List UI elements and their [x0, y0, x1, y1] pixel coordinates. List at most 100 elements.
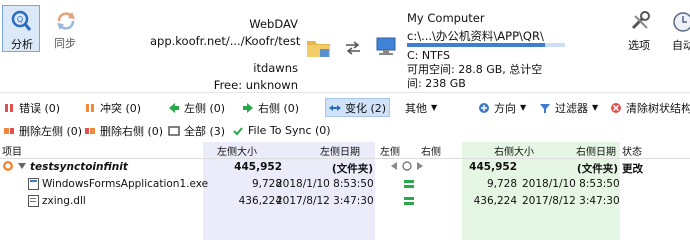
col-left-date[interactable]: 左侧日期	[320, 143, 360, 158]
filter-left[interactable]: 左侧 (0)	[168, 99, 225, 116]
direction-dropdown[interactable]: 方向 ▼	[478, 99, 526, 116]
table-row[interactable]: testsynctoinfinit 445,952 (文件夹) 445,952 …	[0, 159, 690, 176]
row-name: zxing.dll	[42, 195, 86, 207]
options-button[interactable]: 选项	[624, 8, 658, 54]
row-right-date: (文件夹)	[576, 163, 618, 175]
toolbar: Q 分析 同步 WebDAV app.koofr.net/.../Koofr/t…	[0, 0, 690, 92]
filter-delete-left[interactable]: 删除左侧 (0)	[3, 122, 82, 139]
filter-all[interactable]: 全部 (3)	[168, 122, 225, 139]
row-left-date: 2018/1/10 8:53:50	[276, 178, 374, 190]
filter-row-2: 删除左侧 (0) 删除右侧 (0) 全部 (3) File To Sync (0…	[0, 119, 690, 141]
folder-icon[interactable]	[306, 37, 332, 59]
row-left-size: 9,728	[251, 178, 282, 190]
disk-usage-fill	[407, 43, 545, 47]
delete-right-icon	[85, 127, 95, 134]
sync-icon	[57, 12, 75, 30]
right-location-free: 可用空间: 28.8 GB, 总计空	[407, 63, 543, 76]
options-icon	[631, 11, 650, 30]
clear-tree-label: 清除树状结构	[626, 101, 690, 115]
analyze-button[interactable]: Q 分析	[2, 5, 40, 52]
filter-right-label: 右侧 (0)	[258, 101, 300, 115]
swap-icon[interactable]	[344, 41, 362, 55]
sync-button[interactable]: 同步	[46, 5, 84, 52]
filter-other-label: 其他	[405, 101, 427, 115]
row-left-size: 445,952	[234, 161, 282, 173]
filter-dropdown[interactable]: 过滤器 ▼	[539, 99, 598, 116]
right-location-total: 间: 238 GB	[407, 77, 466, 90]
filter-icon	[540, 103, 550, 113]
chevron-down-icon: ▼	[520, 103, 527, 112]
merge-icons[interactable]	[390, 160, 424, 175]
filter-file-to-sync[interactable]: File To Sync (0)	[232, 122, 331, 139]
exe-file-icon	[28, 178, 39, 193]
table-row[interactable]: WindowsFormsApplication1.exe 9,728 2018/…	[0, 176, 690, 193]
row-right-size: 9,728	[486, 178, 517, 190]
col-left-size[interactable]: 左侧大小	[217, 143, 257, 158]
row-right-date: 2017/8/12 3:47:30	[522, 195, 620, 207]
row-right-date: 2018/1/10 8:53:50	[522, 178, 620, 190]
right-location-fs: C: NTFS	[407, 49, 450, 62]
all-icon	[168, 125, 180, 136]
delete-left-icon	[4, 127, 14, 134]
filter-conflicts-label: 冲突 (0)	[100, 101, 142, 115]
chevron-down-icon: ▼	[431, 103, 438, 112]
svg-text:Q: Q	[17, 15, 23, 24]
toolbar-divider	[0, 92, 690, 93]
right-arrow-icon	[243, 102, 253, 113]
filter-conflicts[interactable]: 冲突 (0)	[84, 99, 141, 116]
right-location-disk: C: NTFS 可用空间: 28.8 GB, 总计空 间: 238 GB	[407, 49, 542, 91]
row-name: WindowsFormsApplication1.exe	[42, 178, 209, 190]
row-status: 更改	[622, 163, 643, 175]
filter-file-to-sync-label: File To Sync (0)	[248, 124, 331, 137]
filter-right[interactable]: 右侧 (0)	[242, 99, 299, 116]
clear-tree-icon	[611, 102, 621, 113]
folder-arrow-icon	[16, 159, 28, 176]
left-location-url: app.koofr.net/.../Koofr/test	[150, 34, 301, 48]
right-band-empty	[462, 210, 620, 240]
direction-label: 方向	[494, 101, 516, 115]
left-band-empty	[203, 210, 375, 240]
col-item[interactable]: 项目	[2, 143, 22, 158]
auto-button[interactable]: 自动	[668, 8, 690, 54]
direction-icon	[479, 102, 489, 113]
filter-all-label: 全部 (3)	[184, 124, 226, 138]
left-location-type: WebDAV	[249, 17, 298, 31]
row-right-size: 445,952	[469, 161, 517, 173]
row-name: testsynctoinfinit	[30, 161, 128, 173]
equal-icon	[404, 195, 414, 210]
changed-icon	[329, 104, 341, 111]
row-left-size: 436,224	[238, 195, 282, 207]
row-left-date: 2017/8/12 3:47:30	[276, 195, 374, 207]
column-header: 项目 左侧大小 左侧日期 左侧 右侧 右侧大小 右侧日期 状态	[0, 142, 690, 159]
filter-dropdown-label: 过滤器	[555, 101, 588, 115]
filter-errors-label: 错误 (0)	[19, 101, 61, 115]
clock-icon	[673, 12, 690, 32]
right-location-info: My Computer c:\...\办公机资料\APP\QR\	[407, 10, 544, 44]
options-label: 选项	[628, 39, 650, 52]
col-right[interactable]: 右侧	[421, 143, 441, 158]
dll-file-icon	[28, 195, 39, 210]
analyze-label: 分析	[11, 38, 33, 51]
filter-changed[interactable]: 变化 (2)	[325, 98, 391, 117]
col-right-size[interactable]: 右侧大小	[494, 143, 534, 158]
row-left-date: (文件夹)	[331, 163, 373, 175]
table-row[interactable]: zxing.dll 436,224 2017/8/12 3:47:30 436,…	[0, 193, 690, 210]
filter-other-dropdown[interactable]: 其他 ▼	[405, 99, 437, 116]
col-left[interactable]: 左侧	[380, 143, 400, 158]
filter-delete-right[interactable]: 删除右侧 (0)	[84, 122, 163, 139]
computer-icon[interactable]	[374, 36, 400, 58]
right-location-path[interactable]: c:\...\办公机资料\APP\QR\	[407, 28, 544, 44]
col-status[interactable]: 状态	[622, 143, 642, 158]
left-location-info: WebDAV app.koofr.net/.../Koofr/test itda…	[150, 16, 301, 94]
error-icon	[5, 103, 13, 112]
filter-changed-label: 变化 (2)	[345, 101, 387, 115]
collapse-icon[interactable]	[2, 160, 14, 175]
filter-delete-left-label: 删除左侧 (0)	[19, 124, 83, 138]
filter-left-label: 左侧 (0)	[184, 101, 226, 115]
clear-tree-button[interactable]: 清除树状结构	[610, 99, 690, 116]
col-right-date[interactable]: 右侧日期	[576, 143, 616, 158]
filter-errors[interactable]: 错误 (0)	[3, 99, 60, 116]
left-arrow-icon	[169, 102, 179, 113]
sync-label: 同步	[54, 37, 76, 50]
filter-delete-right-label: 删除右侧 (0)	[100, 124, 164, 138]
